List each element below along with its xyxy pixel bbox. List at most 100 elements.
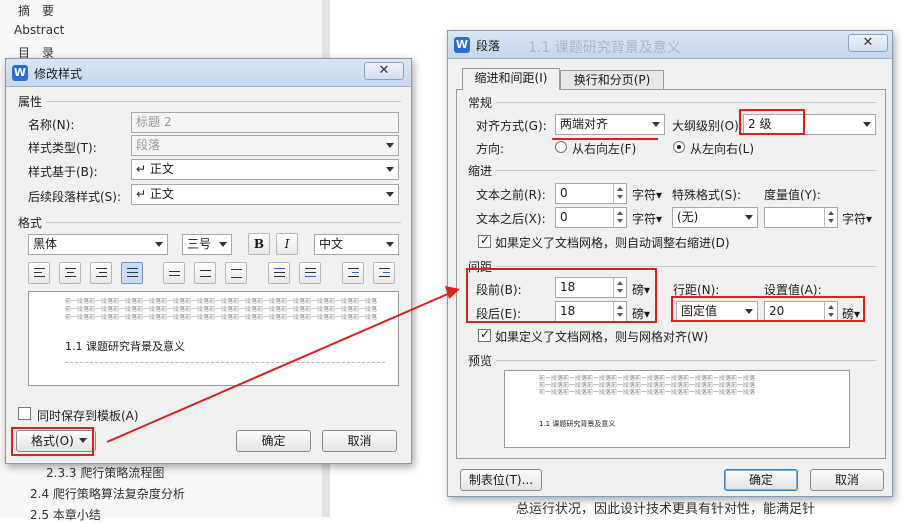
tab-stops-button[interactable]: 制表位(T)... (460, 469, 542, 491)
preview-filler-line: 前一段落前一段落前一段落前一段落前一段落前一段落前一段落前一段落前一段落 (539, 382, 756, 389)
before-text-label: 文本之前(R): (476, 188, 546, 202)
save-to-template-label: 同时保存到模板(A) (37, 409, 139, 423)
preview-filler-line: 前一段落前一段落前一段落前一段落前一段落前一段落前一段落前一段落前一段落 (539, 375, 756, 382)
bold-button[interactable]: B (248, 233, 270, 255)
chevron-down-icon (652, 122, 660, 127)
next-style-label: 后续段落样式(S): (28, 190, 122, 204)
nav-item-abstract[interactable]: Abstract (14, 23, 64, 37)
chevron-down-icon (386, 192, 394, 197)
chevron-down-icon (863, 122, 871, 127)
annotation-box-line-spacing (671, 296, 865, 322)
chevron-down-icon (219, 242, 227, 247)
based-on-label: 样式基于(B): (28, 165, 98, 179)
font-value: 黑体 (33, 237, 58, 251)
paragraph-titlebar: W 段落 1.1 课题研究背景及意义 ✕ (448, 31, 892, 59)
paragraph-preview: 前一段落前一段落前一段落前一段落前一段落前一段落前一段落前一段落前一段落 前一段… (504, 370, 850, 448)
spinner-icon[interactable] (613, 184, 626, 203)
style-type-select[interactable]: 段落 (131, 135, 399, 156)
cancel-button[interactable]: 取消 (322, 430, 397, 452)
font-select[interactable]: 黑体 (28, 234, 168, 255)
align-center-icon[interactable] (59, 262, 81, 284)
decrease-indent-icon[interactable] (342, 262, 364, 284)
before-text-unit[interactable]: 字符▾ (632, 186, 662, 203)
tab-line-page-breaks[interactable]: 换行和分页(P) (560, 70, 664, 90)
measure-label: 度量值(Y): (764, 188, 821, 202)
general-section-title: 常规 (468, 96, 493, 110)
italic-button[interactable]: I (276, 233, 298, 255)
ltr-radio[interactable] (673, 141, 685, 153)
dialog-title: 修改样式 (34, 67, 83, 81)
after-text-input[interactable]: 0 (555, 207, 627, 228)
line-spacing-1-5-icon[interactable] (194, 262, 216, 284)
annotation-box-format-button (11, 427, 94, 456)
chevron-down-icon (155, 242, 163, 247)
alignment-select[interactable]: 两端对齐 (555, 114, 665, 135)
align-right-icon[interactable] (90, 262, 112, 284)
direction-label: 方向: (476, 142, 505, 156)
line-spacing-single-icon[interactable] (163, 262, 185, 284)
rtl-label: 从右向左(F) (572, 142, 637, 156)
ok-button[interactable]: 确定 (236, 430, 311, 452)
preview-filler-line: 前一段落前一段落前一段落前一段落前一段落前一段落前一段落前一段落前一段落前一段落… (65, 306, 378, 313)
dialog-title: 段落 (476, 39, 501, 53)
grid-align-label: 如果定义了文档网格，则与网格对齐(W) (495, 330, 709, 344)
after-text-unit[interactable]: 字符▾ (632, 210, 662, 227)
spinner-icon[interactable] (824, 208, 837, 227)
measure-input[interactable] (764, 207, 838, 228)
annotation-box-spacing (466, 268, 657, 323)
auto-indent-grid-checkbox[interactable] (478, 233, 491, 248)
language-value: 中文 (319, 237, 344, 251)
before-text-input[interactable]: 0 (555, 183, 627, 204)
align-justify-icon[interactable] (121, 262, 143, 284)
annotation-underline-alignment (552, 138, 658, 140)
nav-item-abstract-cn[interactable]: 摘 要 (18, 2, 54, 19)
close-icon[interactable]: ✕ (848, 34, 888, 52)
auto-indent-grid-label: 如果定义了文档网格，则自动调整右缩进(D) (495, 236, 730, 250)
nav-item-2-3-3[interactable]: 2.3.3 爬行策略流程图 (46, 464, 164, 481)
measure-unit[interactable]: 字符▾ (842, 210, 872, 227)
nav-item-2-4[interactable]: 2.4 爬行策略算法复杂度分析 (30, 485, 185, 502)
after-text-label: 文本之后(X): (476, 212, 546, 226)
ok-button[interactable]: 确定 (724, 469, 798, 491)
close-icon[interactable]: ✕ (364, 62, 404, 80)
cancel-button[interactable]: 取消 (810, 469, 884, 491)
line-spacing-double-icon[interactable] (225, 262, 247, 284)
align-left-icon[interactable] (28, 262, 50, 284)
special-format-select[interactable]: (无) (672, 207, 758, 228)
name-label: 名称(N): (28, 118, 75, 132)
save-to-template-checkbox[interactable] (18, 407, 31, 420)
indent-section-title: 缩进 (468, 164, 493, 178)
rtl-radio[interactable] (555, 141, 567, 153)
preview-filler-line: 前一段落前一段落前一段落前一段落前一段落前一段落前一段落前一段落前一段落前一段落… (65, 314, 378, 321)
outline-level-label: 大纲级别(O): (672, 119, 743, 133)
chevron-down-icon (386, 242, 394, 247)
next-style-select[interactable]: ↵ 正文 (131, 184, 399, 205)
chevron-down-icon (745, 215, 753, 220)
space-before-icon[interactable] (268, 262, 290, 284)
document-text: 总运行状况，因此设计技术更具有针对性，能满足针 (516, 502, 816, 517)
increase-indent-icon[interactable] (373, 262, 395, 284)
special-format-value: (无) (677, 210, 699, 224)
nav-item-2-5[interactable]: 2.5 本章小结 (30, 506, 101, 523)
preview-heading: 1.1 课题研究背景及意义 (65, 340, 185, 353)
style-preview: 前一段落前一段落前一段落前一段落前一段落前一段落前一段落前一段落前一段落前一段落… (28, 291, 399, 386)
annotation-box-outline-level (739, 109, 805, 135)
preview-filler-line: 前一段落前一段落前一段落前一段落前一段落前一段落前一段落前一段落前一段落 (539, 389, 756, 396)
grid-align-checkbox[interactable] (478, 327, 491, 342)
font-size-select[interactable]: 三号 (182, 234, 232, 255)
modify-style-dialog: W 修改样式 ✕ 属性 名称(N): 标题 2 样式类型(T): 段落 样式基于… (5, 58, 412, 464)
name-field[interactable]: 标题 2 (131, 112, 399, 133)
style-type-label: 样式类型(T): (28, 141, 97, 155)
spinner-icon[interactable] (613, 208, 626, 227)
wps-logo-icon: W (454, 37, 470, 53)
special-format-label: 特殊格式(S): (672, 188, 742, 202)
chevron-down-icon (386, 167, 394, 172)
ltr-label: 从左向右(L) (690, 142, 755, 156)
space-after-icon[interactable] (299, 262, 321, 284)
style-type-value: 段落 (136, 138, 161, 152)
chevron-down-icon (386, 143, 394, 148)
tab-indent-spacing[interactable]: 缩进和间距(I) (462, 68, 560, 90)
language-select[interactable]: 中文 (314, 234, 399, 255)
based-on-select[interactable]: ↵ 正文 (131, 159, 399, 180)
font-size-value: 三号 (187, 237, 212, 251)
